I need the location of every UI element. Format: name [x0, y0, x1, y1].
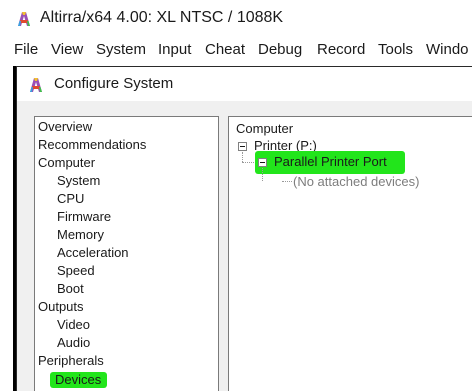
app-titlebar: Altirra/x64 4.00: XL NTSC / 1088K: [0, 0, 472, 36]
tree-connector: [242, 152, 243, 162]
dialog-titlebar: Configure System: [17, 67, 472, 101]
tree-connector: [282, 181, 292, 182]
category-boot[interactable]: Boot: [55, 280, 86, 298]
menu-input[interactable]: Input: [158, 41, 191, 58]
menu-debug[interactable]: Debug: [258, 41, 302, 58]
tree-node-parallel-port[interactable]: Parallel Printer Port: [274, 154, 387, 169]
tree-node-no-devices: (No attached devices): [293, 174, 420, 189]
category-peripherals[interactable]: Peripherals: [36, 352, 106, 370]
screen: Altirra/x64 4.00: XL NTSC / 1088K File V…: [0, 0, 472, 391]
menu-tools[interactable]: Tools: [378, 41, 413, 58]
category-memory[interactable]: Memory: [55, 226, 106, 244]
tree-root-computer[interactable]: Computer: [236, 121, 293, 136]
menu-file[interactable]: File: [14, 41, 38, 58]
menu-window[interactable]: Windo: [426, 41, 469, 58]
app-title: Altirra/x64 4.00: XL NTSC / 1088K: [40, 9, 284, 26]
category-system[interactable]: System: [55, 172, 102, 190]
menu-cheat[interactable]: Cheat: [205, 41, 245, 58]
menu-system[interactable]: System: [96, 41, 146, 58]
category-list[interactable]: Overview Recommendations Computer System…: [34, 116, 219, 391]
printer-expander-icon[interactable]: [238, 142, 247, 151]
category-recommendations[interactable]: Recommendations: [36, 136, 148, 154]
category-speed[interactable]: Speed: [55, 262, 97, 280]
menubar: File View System Input Cheat Debug Recor…: [0, 36, 472, 64]
category-overview[interactable]: Overview: [36, 118, 94, 136]
category-computer[interactable]: Computer: [36, 154, 97, 172]
category-outputs[interactable]: Outputs: [36, 298, 86, 316]
category-audio[interactable]: Audio: [55, 334, 92, 352]
device-tree[interactable]: Computer Printer (P:) Parallel Printer P…: [228, 116, 472, 391]
tree-connector: [262, 168, 263, 181]
menu-record[interactable]: Record: [317, 41, 365, 58]
category-video[interactable]: Video: [55, 316, 92, 334]
category-firmware[interactable]: Firmware: [55, 208, 113, 226]
configure-system-dialog: Configure System Overview Recommendation…: [16, 66, 472, 391]
menu-view[interactable]: View: [51, 41, 83, 58]
altirra-logo-icon: [18, 12, 30, 26]
tree-connector: [242, 162, 256, 163]
category-devices[interactable]: Devices: [49, 371, 218, 389]
category-acceleration[interactable]: Acceleration: [55, 244, 131, 262]
port-expander-icon[interactable]: [258, 158, 267, 167]
dialog-title: Configure System: [54, 75, 174, 92]
category-cpu[interactable]: CPU: [55, 190, 86, 208]
altirra-logo-icon: [30, 78, 42, 92]
